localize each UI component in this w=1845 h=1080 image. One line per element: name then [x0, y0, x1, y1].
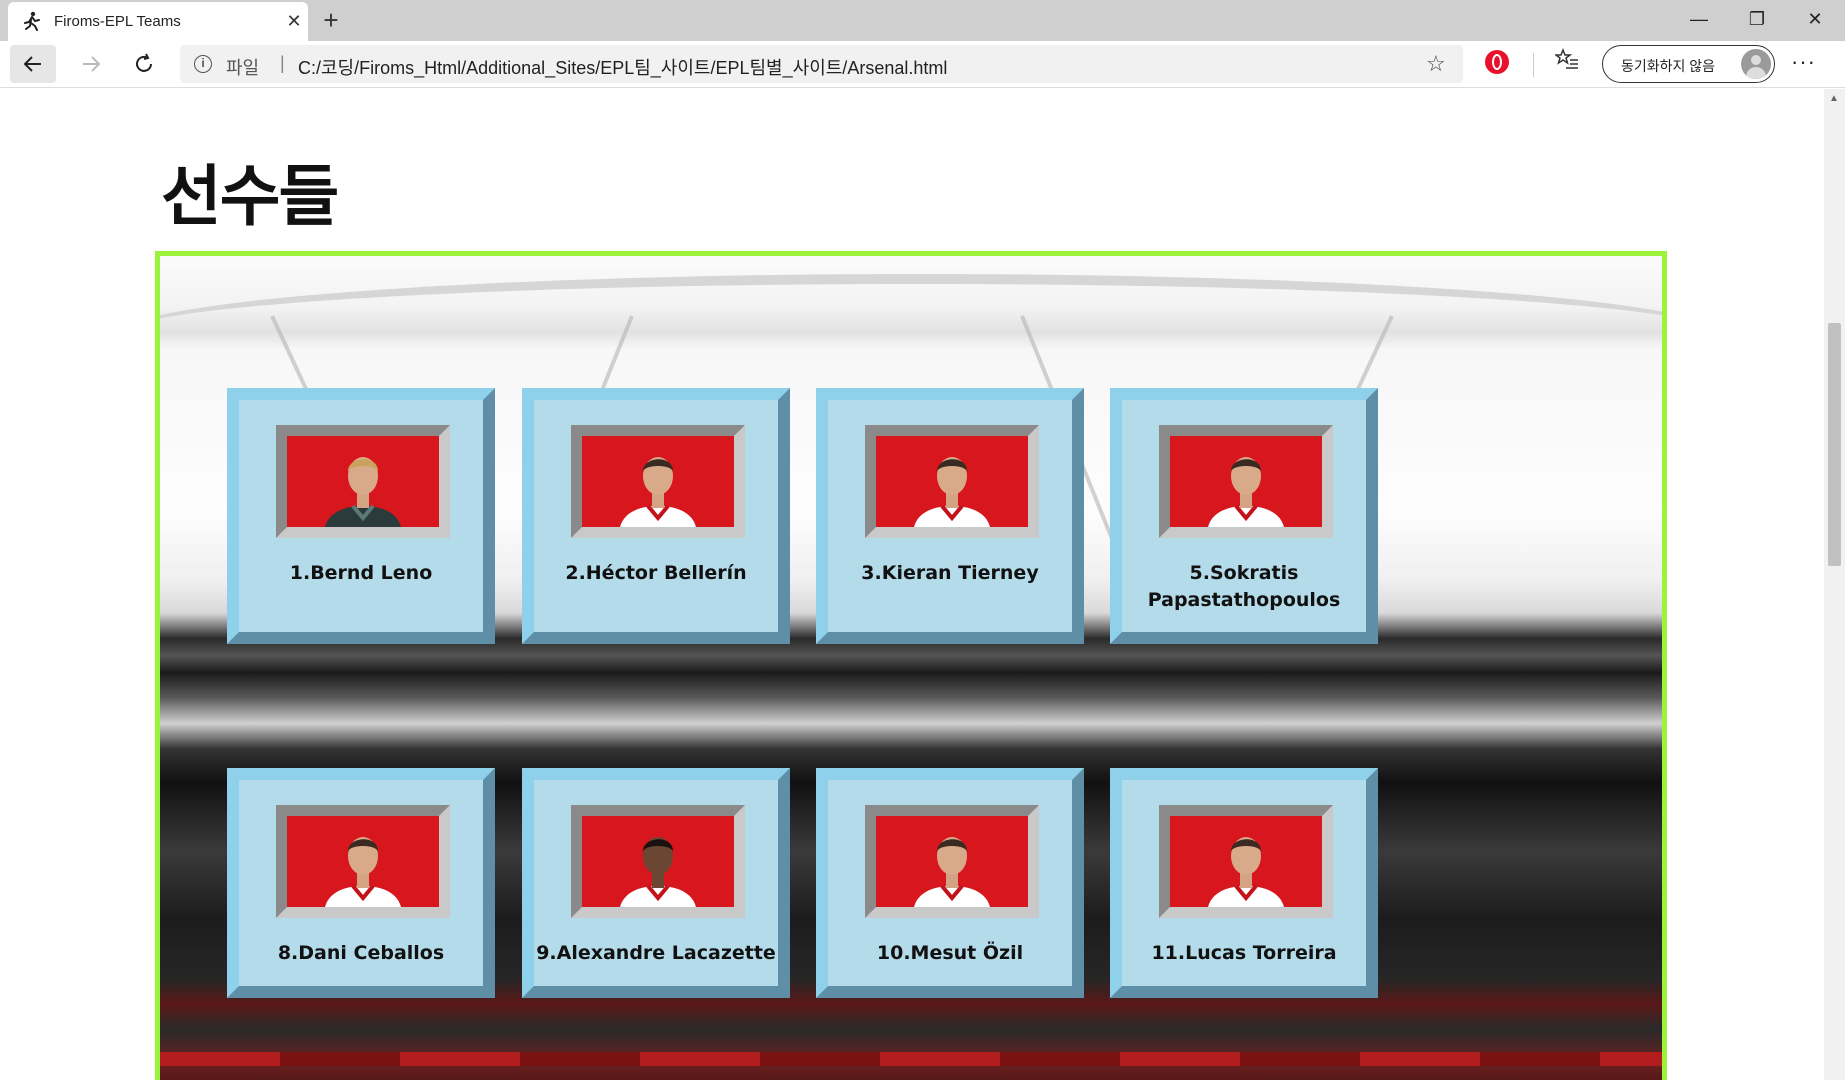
player-name: 8.Dani Ceballos: [277, 942, 445, 964]
player-photo: [582, 436, 734, 527]
address-bar[interactable]: i 파일 | C:/코딩/Firoms_Html/Additional_Site…: [180, 45, 1463, 83]
player-photo-frame: [865, 805, 1039, 918]
arrow-left-icon: [23, 56, 41, 72]
page-viewport: 선수들 1.Bernd Leno 2.Héctor Bellerín 3.Kie…: [0, 89, 1824, 1080]
tab-title: Firoms-EPL Teams: [54, 13, 181, 30]
sync-label: 동기화하지 않음: [1621, 58, 1716, 74]
back-button[interactable]: [10, 45, 56, 83]
footballer-icon: [24, 11, 40, 31]
player-photo: [876, 436, 1028, 527]
vertical-scrollbar[interactable]: ▲: [1824, 89, 1845, 1080]
profile-avatar-icon: [1741, 49, 1771, 79]
player-photo: [1170, 816, 1322, 907]
toolbar-divider: [1533, 53, 1534, 77]
player-card[interactable]: 5.Sokratis Papastathopoulos: [1110, 388, 1378, 644]
info-icon[interactable]: i: [194, 55, 212, 73]
star-icon[interactable]: ☆: [1426, 51, 1446, 77]
player-name: 5.Sokratis Papastathopoulos: [1147, 562, 1341, 611]
player-name: 1.Bernd Leno: [289, 562, 433, 584]
browser-toolbar: i 파일 | C:/코딩/Firoms_Html/Additional_Site…: [0, 41, 1845, 88]
player-photo-frame: [865, 425, 1039, 538]
player-card[interactable]: 8.Dani Ceballos: [227, 768, 495, 998]
address-separator: |: [280, 53, 285, 73]
more-menu-button[interactable]: ···: [1791, 49, 1816, 75]
player-photo: [287, 816, 439, 907]
arrow-right-icon: [83, 56, 101, 72]
player-card[interactable]: 1.Bernd Leno: [227, 388, 495, 644]
url-text[interactable]: C:/코딩/Firoms_Html/Additional_Sites/EPL팀_…: [298, 54, 947, 80]
refresh-icon: [136, 53, 152, 72]
tab-strip: Firoms-EPL Teams ✕ + — ❐ ✕: [0, 0, 1845, 41]
reload-button[interactable]: [121, 45, 167, 83]
restore-button[interactable]: ❐: [1728, 0, 1786, 38]
opera-extension-icon[interactable]: [1485, 50, 1509, 74]
player-card[interactable]: 11.Lucas Torreira: [1110, 768, 1378, 998]
player-name: 9.Alexandre Lacazette: [536, 942, 776, 964]
player-photo-frame: [571, 425, 745, 538]
player-card[interactable]: 9.Alexandre Lacazette: [522, 768, 790, 998]
player-photo-frame: [1159, 425, 1333, 538]
sync-button[interactable]: 동기화하지 않음: [1602, 45, 1775, 83]
scroll-up-arrow-icon[interactable]: ▲: [1829, 93, 1839, 104]
player-photo: [582, 816, 734, 907]
player-photo: [287, 436, 439, 527]
player-name: 2.Héctor Bellerín: [565, 562, 747, 584]
page-heading: 선수들: [161, 158, 339, 235]
close-window-button[interactable]: ✕: [1786, 0, 1844, 38]
player-name: 3.Kieran Tierney: [861, 562, 1039, 584]
stadium-roof: [160, 274, 1662, 394]
scroll-thumb[interactable]: [1828, 323, 1841, 566]
favorites-list-icon: [1553, 47, 1578, 69]
tab-close-icon[interactable]: ✕: [283, 10, 305, 32]
player-name: 10.Mesut Özil: [876, 942, 1024, 964]
favorites-icon[interactable]: [1553, 47, 1579, 77]
player-card[interactable]: 10.Mesut Özil: [816, 768, 1084, 998]
player-card[interactable]: 2.Héctor Bellerín: [522, 388, 790, 644]
player-photo-frame: [1159, 805, 1333, 918]
player-photo-frame: [571, 805, 745, 918]
browser-tab[interactable]: Firoms-EPL Teams ✕: [8, 2, 308, 41]
player-photo-frame: [276, 805, 450, 918]
minimize-button[interactable]: —: [1670, 0, 1728, 38]
player-photo-frame: [276, 425, 450, 538]
player-photo: [1170, 436, 1322, 527]
player-photo: [876, 816, 1028, 907]
new-tab-button[interactable]: +: [316, 6, 346, 36]
player-card[interactable]: 3.Kieran Tierney: [816, 388, 1084, 644]
stadium-ad-boards: [160, 1052, 1662, 1066]
player-name: 11.Lucas Torreira: [1151, 942, 1337, 964]
players-section: 1.Bernd Leno 2.Héctor Bellerín 3.Kieran …: [155, 251, 1667, 1080]
scheme-label: 파일: [226, 58, 260, 78]
forward-button[interactable]: [68, 45, 114, 83]
